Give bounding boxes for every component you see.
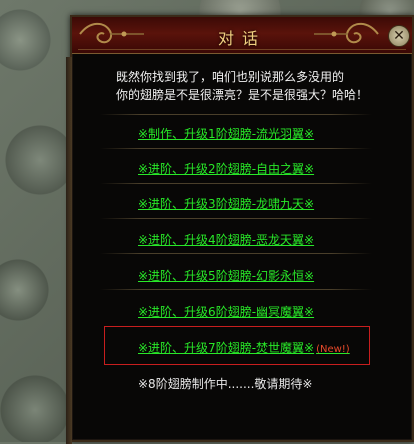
dialog-titlebar: 对话 ✕ — [72, 17, 412, 54]
option-wing-tier-6[interactable]: ※进阶、升级6阶翅膀-幽冥魔翼※ — [138, 303, 314, 320]
ornament-right-icon — [314, 22, 379, 44]
intro-line: 你的翅膀是不是很漂亮？是不是很强大？哈哈！ — [116, 88, 369, 102]
divider — [100, 114, 372, 115]
option-wing-tier-5[interactable]: ※进阶、升级5阶翅膀-幻影永恒※ — [138, 267, 314, 284]
divider — [100, 218, 372, 219]
npc-dialog-text: 既然你找到我了，咱们也别说那么多没用的 你的翅膀是不是很漂亮？是不是很强大？哈哈… — [116, 68, 376, 104]
divider — [100, 253, 372, 254]
option-wing-tier-1[interactable]: ※制作、升级1阶翅膀-流光羽翼※ — [138, 125, 314, 142]
option-wing-tier-7[interactable]: ※进阶、升级7阶翅膀-焚世魔翼※ (New!) — [138, 339, 350, 356]
option-wing-tier-4[interactable]: ※进阶、升级4阶翅膀-恶龙天翼※ — [138, 231, 314, 248]
intro-line: 既然你找到我了，咱们也别说那么多没用的 — [116, 70, 345, 84]
divider — [100, 148, 372, 149]
option-wing-tier-3[interactable]: ※进阶、升级3阶翅膀-龙啸九天※ — [138, 195, 314, 212]
dialog-window: 对话 ✕ 既然你找到我了，咱们也别说那么多没用的 你的翅膀是不是很漂亮？是不是很… — [66, 15, 414, 444]
divider — [100, 289, 372, 290]
option-wing-tier-2[interactable]: ※进阶、升级2阶翅膀-自由之翼※ — [138, 160, 314, 177]
close-icon[interactable]: ✕ — [388, 25, 410, 47]
dialog-frame-edge — [66, 57, 72, 444]
new-badge: (New!) — [316, 344, 350, 355]
coming-soon-text: ※8阶翅膀制作中.......敬请期待※ — [138, 377, 313, 391]
divider — [100, 183, 372, 184]
